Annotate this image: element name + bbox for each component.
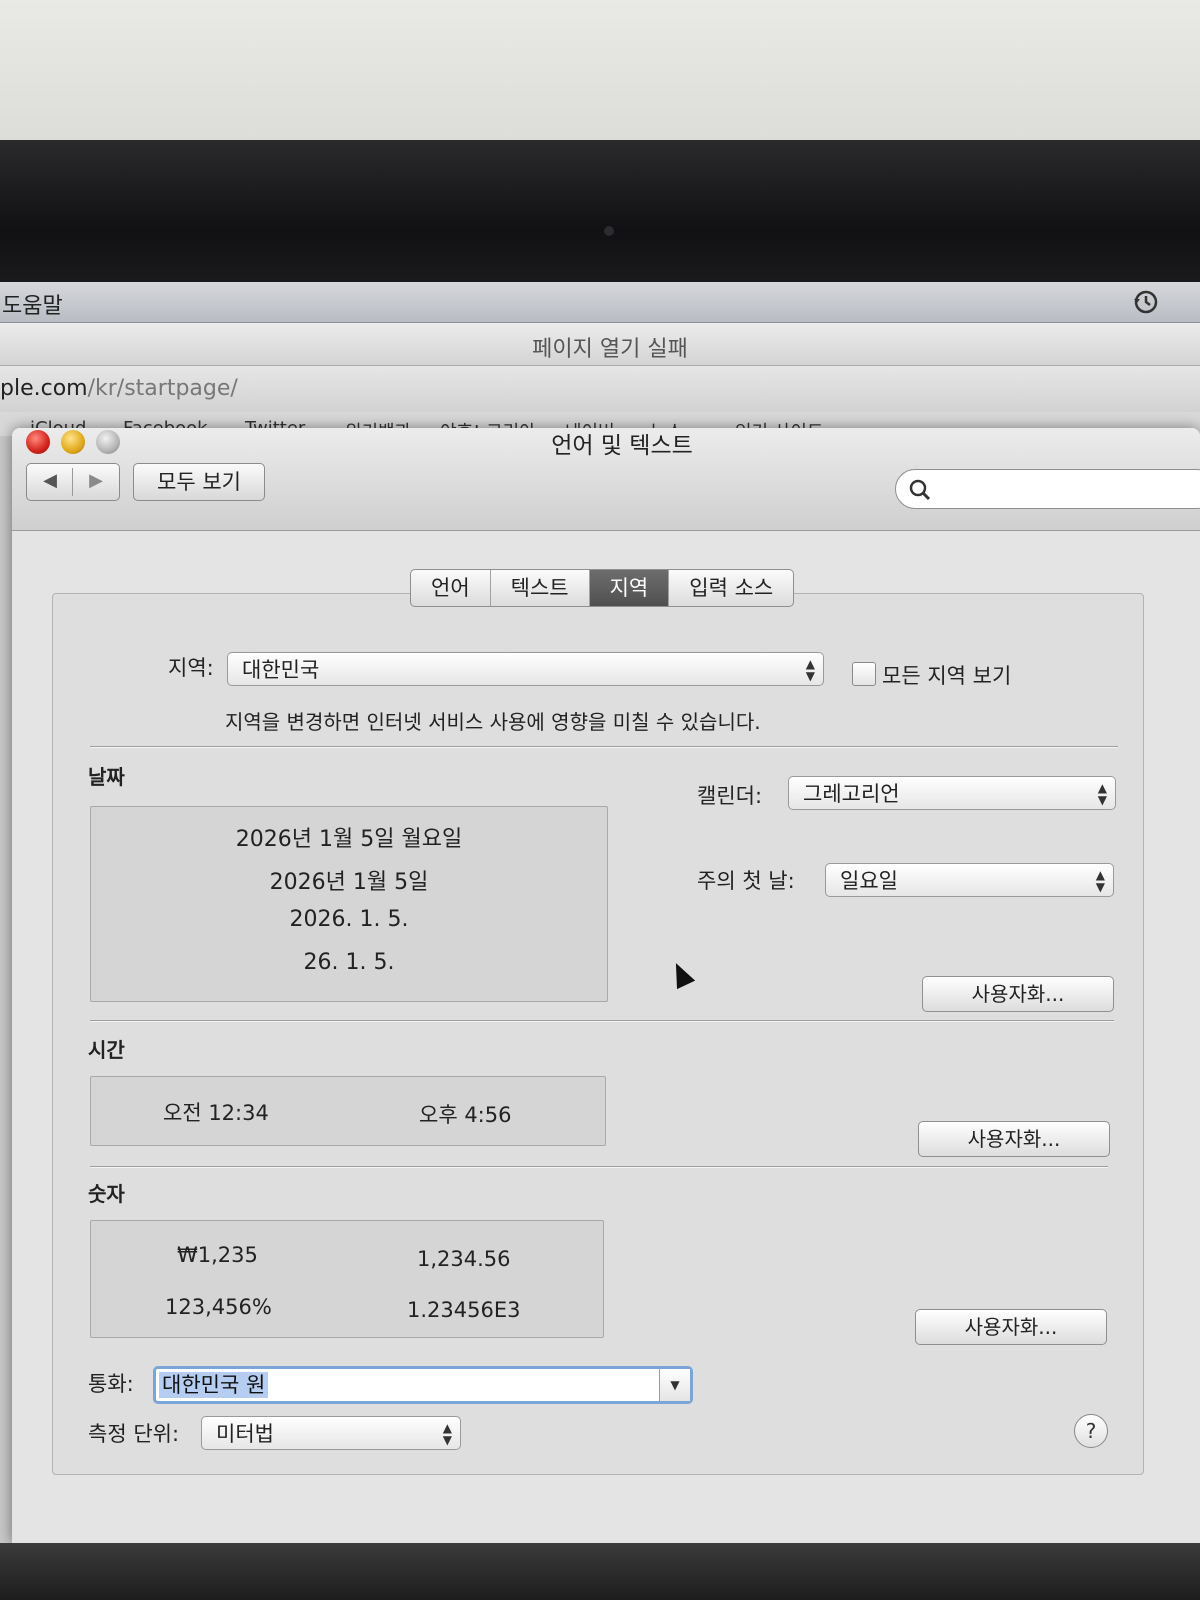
tab-bar: 언어 텍스트 지역 입력 소스: [410, 569, 795, 607]
region-popup[interactable]: 대한민국 ▲ ▼: [227, 652, 824, 686]
popup-arrows-icon: ▲ ▼: [442, 1421, 452, 1447]
preferences-window: 언어 및 텍스트 ◀ ▶ 모두 보기 언어 텍스트 지역 입력 소스 지역: 대…: [12, 428, 1200, 1543]
scientific-sample: 1.23456E3: [407, 1298, 521, 1322]
separator: [90, 1166, 1108, 1168]
help-button[interactable]: ?: [1074, 1414, 1108, 1448]
camera-dot: [604, 226, 614, 236]
calendar-value: 그레고리언: [803, 782, 900, 806]
popup-arrows-icon: ▲ ▼: [1095, 868, 1105, 894]
browser-page-title: 페이지 열기 실패: [532, 337, 688, 362]
dock: [0, 1543, 1200, 1600]
time-section-title: 시간: [88, 1038, 125, 1062]
numbers-customize-button[interactable]: 사용자화...: [915, 1309, 1107, 1345]
region-value: 대한민국: [242, 658, 320, 682]
back-arrow-icon[interactable]: ◀: [37, 470, 63, 494]
url-text[interactable]: ple.com/kr/startpage/: [0, 376, 238, 401]
show-all-regions-checkbox[interactable]: [852, 662, 876, 686]
chevron-down-icon[interactable]: ▼: [659, 1369, 690, 1401]
region-label: 지역:: [168, 656, 214, 680]
calendar-popup[interactable]: 그레고리언 ▲ ▼: [788, 776, 1116, 810]
date-sample-short: 26. 1. 5.: [303, 950, 395, 975]
separator: [90, 1020, 1114, 1022]
separator: [90, 746, 1118, 748]
close-button[interactable]: [26, 430, 50, 454]
address-bar[interactable]: ple.com/kr/startpage/: [0, 366, 1200, 413]
zoom-button[interactable]: [96, 430, 120, 454]
show-all-regions-label[interactable]: 모든 지역 보기: [882, 660, 1011, 690]
first-day-value: 일요일: [840, 869, 898, 893]
date-section-title: 날짜: [88, 765, 125, 789]
laptop-bezel: [0, 140, 1200, 290]
search-icon: [909, 479, 931, 501]
forward-arrow-icon[interactable]: ▶: [83, 470, 109, 494]
decimal-sample: 1,234.56: [417, 1247, 511, 1271]
minimize-button[interactable]: [61, 430, 85, 454]
currency-label: 통화:: [88, 1372, 134, 1396]
window-toolbar: 언어 및 텍스트 ◀ ▶ 모두 보기: [12, 428, 1200, 531]
measurement-label: 측정 단위:: [88, 1422, 180, 1446]
menu-bar: 도움말: [0, 282, 1200, 323]
segment-divider: [72, 468, 73, 496]
url-host: ple.com: [0, 376, 88, 401]
currency-sample: ₩1,235: [177, 1243, 258, 1267]
tab-text[interactable]: 텍스트: [491, 570, 590, 606]
time-sample-short: 오전 12:34: [163, 1101, 269, 1125]
time-sample-pm: 오후 4:56: [419, 1103, 512, 1127]
url-path: /kr/startpage/: [87, 376, 238, 401]
region-note: 지역을 변경하면 인터넷 서비스 사용에 영향을 미칠 수 있습니다.: [225, 710, 761, 734]
numbers-section-title: 숫자: [88, 1182, 125, 1206]
popup-arrows-icon: ▲ ▼: [805, 657, 815, 683]
date-customize-button[interactable]: 사용자화...: [922, 976, 1114, 1012]
wall-background: [0, 0, 1200, 145]
tab-input-sources[interactable]: 입력 소스: [669, 570, 793, 606]
tab-region[interactable]: 지역: [589, 570, 670, 606]
calendar-label: 캘린더:: [697, 784, 763, 808]
history-icon[interactable]: [1132, 288, 1160, 316]
search-field[interactable]: [895, 469, 1200, 509]
date-sample-full: 2026년 1월 5일 월요일: [235, 827, 463, 852]
currency-combo[interactable]: 대한민국 원 ▼: [153, 1366, 693, 1404]
nav-segment: ◀ ▶: [26, 463, 120, 501]
menu-help[interactable]: 도움말: [2, 288, 63, 320]
date-sample-long: 2026년 1월 5일: [269, 870, 429, 895]
measurement-popup[interactable]: 미터법 ▲ ▼: [201, 1416, 461, 1450]
popup-arrows-icon: ▲ ▼: [1097, 781, 1107, 807]
measurement-value: 미터법: [216, 1422, 274, 1446]
date-samples: 2026년 1월 5일 월요일 2026년 1월 5일 2026. 1. 5. …: [90, 806, 608, 1002]
show-all-button[interactable]: 모두 보기: [133, 463, 265, 501]
time-samples: 오전 12:34 오후 4:56: [90, 1076, 606, 1146]
first-day-popup[interactable]: 일요일 ▲ ▼: [825, 863, 1114, 897]
browser-title-bar: 페이지 열기 실패: [0, 323, 1200, 366]
time-customize-button[interactable]: 사용자화...: [918, 1121, 1110, 1157]
first-day-label: 주의 첫 날:: [697, 869, 795, 893]
window-title: 언어 및 텍스트: [551, 433, 693, 459]
date-sample-medium: 2026. 1. 5.: [289, 907, 409, 932]
currency-value[interactable]: 대한민국 원: [159, 1372, 269, 1398]
tab-language[interactable]: 언어: [411, 570, 491, 606]
percent-sample: 123,456%: [165, 1295, 272, 1319]
number-samples: ₩1,235 1,234.56 123,456% 1.23456E3: [90, 1220, 604, 1338]
